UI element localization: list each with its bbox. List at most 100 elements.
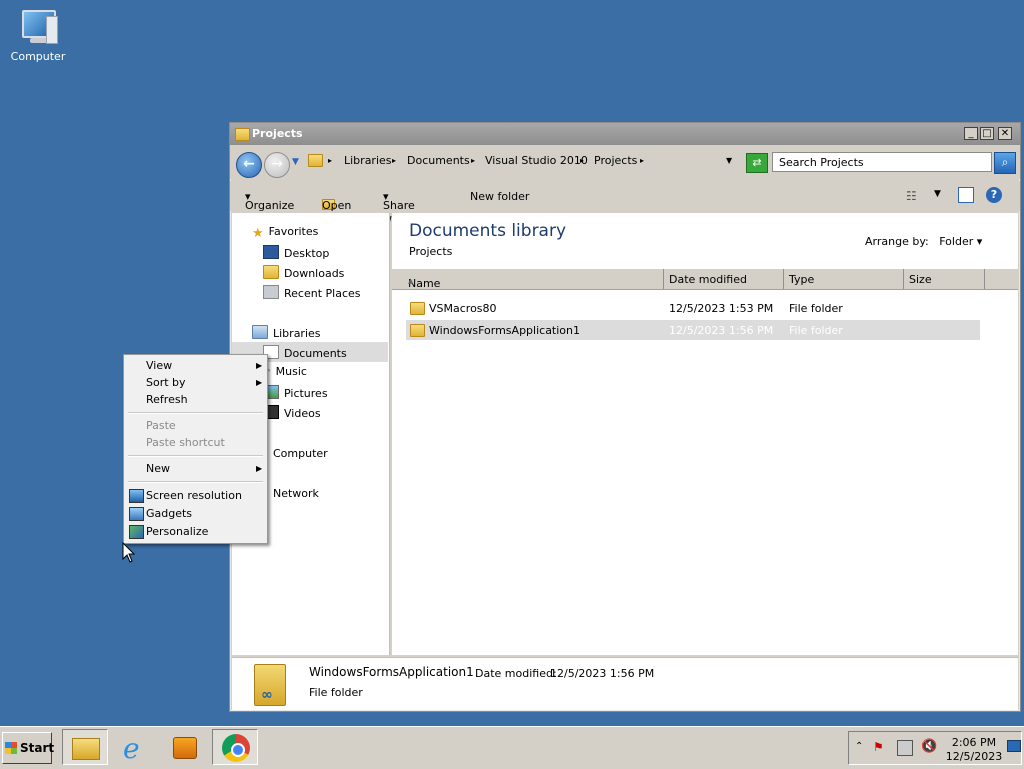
close-button[interactable]: ✕	[998, 127, 1012, 140]
desktop-icon-label: Computer	[10, 50, 66, 63]
nav-favorites[interactable]: ★ Favorites	[252, 225, 318, 241]
menu-sort-by[interactable]: Sort by	[146, 376, 186, 389]
recent-pages-chevron-icon[interactable]: ▼	[292, 157, 299, 167]
address-dropdown-icon[interactable]: ▼	[726, 156, 732, 165]
explorer-window: Projects _ □ ✕ ← → ▼ ▸ Libraries ▸ Docum…	[229, 122, 1021, 712]
folder-icon	[410, 324, 425, 337]
submenu-arrow-icon: ▶	[256, 361, 263, 370]
menu-paste-shortcut: Paste shortcut	[146, 436, 225, 449]
personalize-icon	[129, 525, 144, 539]
breadcrumb-visual-studio[interactable]: Visual Studio 2010	[485, 154, 588, 167]
help-icon[interactable]: ?	[986, 187, 1002, 203]
menu-new[interactable]: New	[146, 462, 170, 475]
clock-time: 2:06 PM	[951, 736, 997, 749]
column-size[interactable]: Size	[909, 273, 932, 286]
breadcrumb-chevron-icon[interactable]: ▸	[580, 156, 584, 165]
details-name: WindowsFormsApplication1	[309, 665, 474, 679]
computer-icon	[18, 10, 58, 44]
breadcrumb-chevron-icon[interactable]: ▸	[328, 156, 332, 165]
nav-pictures[interactable]: Pictures	[263, 385, 328, 400]
menu-view[interactable]: View	[146, 359, 172, 372]
action-center-flag-icon[interactable]: ⚑	[873, 740, 887, 754]
nav-videos[interactable]: Videos	[263, 405, 321, 420]
submenu-arrow-icon: ▶	[256, 378, 263, 387]
search-icon[interactable]: ⌕	[994, 152, 1016, 174]
context-menu: View ▶ Sort by ▶ Refresh Paste Paste sho…	[123, 354, 268, 544]
file-date: 12/5/2023 1:56 PM	[669, 324, 774, 337]
menu-screen-resolution[interactable]: Screen resolution	[146, 489, 242, 502]
taskbar: Start e ⌃ ⚑ 🔇 2:06 PM 12/5/2023	[0, 726, 1024, 769]
clock-date: 12/5/2023	[945, 750, 1003, 763]
back-button[interactable]: ←	[236, 152, 262, 178]
show-hidden-icons-icon[interactable]: ⌃	[855, 741, 863, 752]
taskbar-chrome-button[interactable]	[212, 729, 258, 765]
breadcrumb-documents[interactable]: Documents	[407, 154, 470, 167]
downloads-icon	[263, 265, 279, 279]
content-pane: Documents library Projects Arrange by: F…	[392, 213, 1018, 655]
view-options-icon[interactable]: ☷	[906, 189, 917, 203]
file-name: VSMacros80	[429, 302, 497, 315]
organize-button[interactable]: Organize ▾	[245, 190, 294, 212]
arrange-by-value[interactable]: Folder	[939, 235, 973, 248]
desktop-computer-icon[interactable]: Computer	[8, 10, 68, 63]
windows-logo-icon	[5, 742, 17, 754]
mouse-cursor-icon	[122, 542, 136, 563]
minimize-button[interactable]: _	[964, 127, 978, 140]
column-date-modified[interactable]: Date modified	[669, 273, 747, 286]
show-desktop-icon[interactable]	[1007, 740, 1021, 752]
libraries-icon	[252, 325, 268, 339]
title-bar[interactable]: Projects _ □ ✕	[230, 123, 1020, 145]
folder-icon	[235, 128, 250, 141]
nav-music[interactable]: ♪Music	[263, 365, 307, 380]
refresh-icon[interactable]: ⇄	[746, 153, 768, 173]
nav-recent-places[interactable]: Recent Places	[263, 285, 361, 300]
sort-ascending-icon: ▲	[408, 277, 414, 285]
search-input[interactable]: Search Projects	[772, 152, 992, 172]
menu-gadgets[interactable]: Gadgets	[146, 507, 192, 520]
window-title: Projects	[252, 127, 303, 140]
maximize-button[interactable]: □	[980, 127, 994, 140]
menu-personalize[interactable]: Personalize	[146, 525, 208, 538]
breadcrumb-chevron-icon[interactable]: ▸	[392, 156, 396, 165]
file-name: WindowsFormsApplication1	[429, 324, 581, 337]
file-row-selected[interactable]: WindowsFormsApplication1 12/5/2023 1:56 …	[406, 320, 980, 340]
column-type[interactable]: Type	[789, 273, 814, 286]
gadgets-icon	[129, 507, 144, 521]
details-date-value: 12/5/2023 1:56 PM	[550, 667, 655, 680]
nav-documents[interactable]: Documents	[263, 345, 347, 360]
star-icon: ★	[252, 226, 264, 241]
taskbar-ie-button[interactable]: e	[114, 729, 160, 765]
view-dropdown-icon[interactable]: ▼	[934, 189, 941, 199]
start-button[interactable]: Start	[2, 732, 54, 764]
clock[interactable]: 2:06 PM 12/5/2023	[945, 736, 1003, 764]
folder-icon	[72, 738, 100, 760]
internet-explorer-icon: e	[123, 732, 140, 765]
network-tray-icon[interactable]	[897, 740, 913, 756]
nav-libraries[interactable]: Libraries	[252, 325, 321, 340]
library-heading: Documents library	[409, 221, 567, 241]
taskbar-media-player-button[interactable]	[162, 729, 208, 765]
file-type: File folder	[789, 302, 843, 315]
volume-muted-icon[interactable]: 🔇	[921, 739, 937, 754]
screen-resolution-icon	[129, 489, 144, 503]
folder-icon	[308, 154, 323, 167]
breadcrumb-chevron-icon[interactable]: ▸	[640, 156, 644, 165]
recent-places-icon	[263, 285, 279, 299]
system-tray: ⌃ ⚑ 🔇 2:06 PM 12/5/2023	[848, 731, 1022, 765]
nav-desktop[interactable]: Desktop	[263, 245, 329, 260]
file-date: 12/5/2023 1:53 PM	[669, 302, 774, 315]
preview-pane-icon[interactable]	[958, 187, 974, 203]
address-bar[interactable]: ▸ Libraries ▸ Documents ▸ Visual Studio …	[306, 150, 740, 172]
folder-vs-icon: ∞	[254, 664, 286, 706]
arrange-by[interactable]: Arrange by: Folder ▾	[865, 235, 982, 248]
breadcrumb-chevron-icon[interactable]: ▸	[471, 156, 475, 165]
taskbar-explorer-button[interactable]	[62, 729, 108, 765]
share-with-button[interactable]: Share with ▾	[383, 190, 415, 225]
nav-downloads[interactable]: Downloads	[263, 265, 344, 280]
menu-refresh[interactable]: Refresh	[146, 393, 188, 406]
new-folder-button[interactable]: New folder	[470, 190, 529, 203]
file-row[interactable]: VSMacros80 12/5/2023 1:53 PM File folder	[406, 298, 980, 318]
breadcrumb-projects[interactable]: Projects	[594, 154, 637, 167]
forward-button[interactable]: →	[264, 152, 290, 178]
breadcrumb-libraries[interactable]: Libraries	[344, 154, 392, 167]
